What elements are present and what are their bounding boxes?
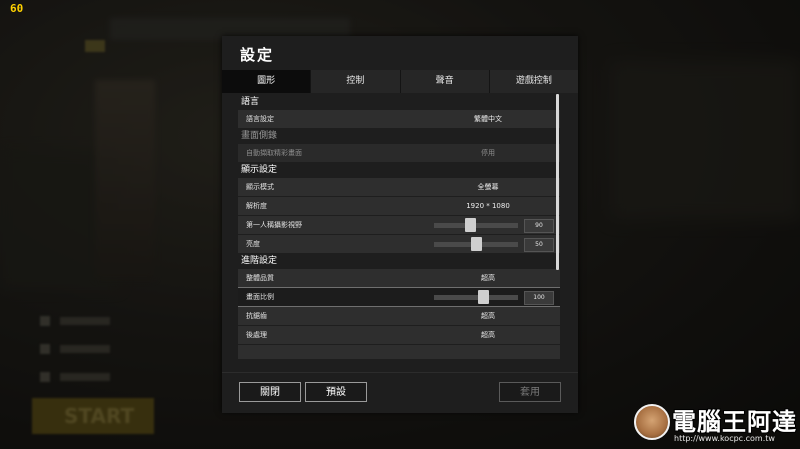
row-label: 畫面比例: [246, 293, 274, 301]
row-label: 第一人稱攝影視野: [246, 221, 302, 229]
row-resolution[interactable]: 解析度 1920 * 1080: [238, 197, 560, 215]
tab-controls[interactable]: 控制: [311, 70, 401, 93]
slider-handle[interactable]: [465, 218, 476, 232]
tab-gameplay[interactable]: 遊戲控制: [489, 70, 578, 93]
row-post-processing[interactable]: 後處理 超高: [238, 326, 560, 344]
row-label: 自動擷取精彩畫面: [246, 149, 302, 157]
row-language-setting[interactable]: 語言設定 繁體中文: [238, 110, 560, 128]
slider-handle[interactable]: [471, 237, 482, 251]
auto-capture-value: 停用: [481, 149, 495, 157]
row-screen-scale[interactable]: 畫面比例 100: [238, 287, 560, 307]
brightness-value-box[interactable]: 50: [524, 238, 554, 252]
tab-graphics[interactable]: 圖形: [222, 70, 312, 93]
section-advanced: 進階設定: [241, 256, 278, 266]
fps-counter: 60: [10, 2, 24, 15]
section-display: 顯示設定: [241, 165, 278, 175]
display-mode-dropdown[interactable]: 全螢幕: [463, 178, 513, 196]
row-next-partial[interactable]: [238, 345, 560, 359]
screen-scale-value-box[interactable]: 100: [524, 291, 554, 305]
row-label: 整體品質: [246, 274, 274, 282]
brightness-slider[interactable]: [434, 237, 518, 251]
row-label: 後處理: [246, 331, 267, 339]
settings-scrollbar[interactable]: [556, 94, 559, 270]
close-button[interactable]: 關閉: [239, 382, 301, 402]
section-language: 語言: [241, 97, 260, 107]
mascot-face-icon: [634, 404, 670, 440]
apply-button[interactable]: 套用: [499, 382, 561, 402]
post-processing-dropdown[interactable]: 超高: [463, 326, 513, 344]
fov-slider[interactable]: [434, 218, 518, 232]
settings-list: 語言 語言設定 繁體中文 畫面側錄 自動擷取精彩畫面 停用 顯示設定 顯示模式 …: [238, 94, 560, 359]
overall-quality-dropdown[interactable]: 超高: [463, 269, 513, 287]
resolution-dropdown[interactable]: 1920 * 1080: [463, 197, 513, 215]
section-replay: 畫面側錄: [241, 131, 278, 141]
tab-audio[interactable]: 聲音: [400, 70, 490, 93]
row-overall-quality[interactable]: 整體品質 超高: [238, 269, 560, 287]
row-display-mode[interactable]: 顯示模式 全螢幕: [238, 178, 560, 196]
row-fov[interactable]: 第一人稱攝影視野 90: [238, 216, 560, 234]
settings-dialog: 設定 圖形 控制 聲音 遊戲控制 語言 語言設定 繁體中文 畫面側錄 自動擷取精…: [222, 36, 578, 413]
row-anti-aliasing[interactable]: 抗鋸齒 超高: [238, 307, 560, 325]
row-label: 抗鋸齒: [246, 312, 267, 320]
anti-aliasing-dropdown[interactable]: 超高: [463, 307, 513, 325]
row-label: 亮度: [246, 240, 260, 248]
fov-value-box[interactable]: 90: [524, 219, 554, 233]
row-auto-capture: 自動擷取精彩畫面 停用: [238, 144, 560, 162]
watermark-brand: 電腦王阿達: [672, 408, 797, 436]
row-label: 語言設定: [246, 115, 274, 123]
slider-handle[interactable]: [478, 290, 489, 304]
row-brightness[interactable]: 亮度 50: [238, 235, 560, 253]
dialog-title: 設定: [240, 46, 275, 64]
screen-scale-slider[interactable]: [434, 290, 518, 304]
watermark-url: http://www.kocpc.com.tw: [674, 434, 775, 443]
row-label: 解析度: [246, 202, 267, 210]
language-dropdown[interactable]: 繁體中文: [463, 110, 513, 128]
default-button[interactable]: 預設: [305, 382, 367, 402]
row-label: 顯示模式: [246, 183, 274, 191]
settings-tabs: 圖形 控制 聲音 遊戲控制: [222, 70, 578, 93]
dialog-footer: 關閉 預設 套用: [222, 372, 578, 413]
